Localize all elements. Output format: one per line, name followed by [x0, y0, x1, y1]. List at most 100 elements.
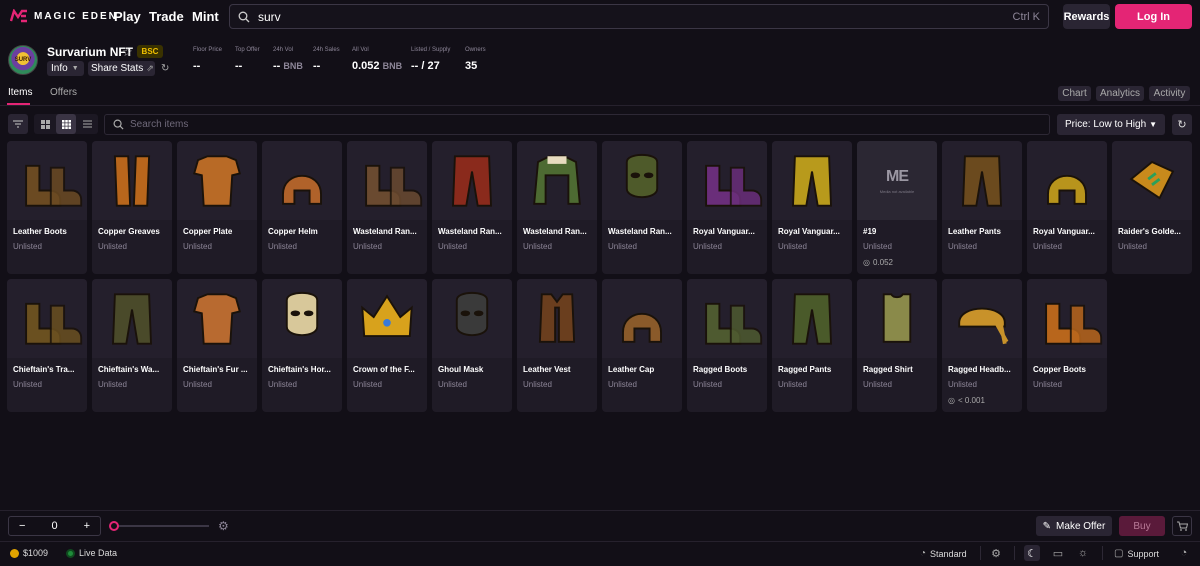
view-large-grid-button[interactable]: [35, 114, 55, 134]
filter-toggle-button[interactable]: [8, 114, 28, 134]
item-image[interactable]: [772, 279, 852, 358]
item-image[interactable]: [347, 141, 427, 220]
item-image[interactable]: [1027, 141, 1107, 220]
tab-offers[interactable]: Offers: [50, 87, 77, 98]
item-status: Unlisted: [98, 242, 127, 251]
item-card[interactable]: Chieftain's Wa... Unlisted: [92, 279, 172, 412]
item-image[interactable]: [687, 279, 767, 358]
collection-refresh-icon[interactable]: ↻: [161, 63, 169, 74]
item-status: Unlisted: [438, 380, 467, 389]
monitor-icon[interactable]: ▭: [1050, 545, 1066, 561]
tab-chart[interactable]: Chart: [1058, 86, 1091, 101]
item-image[interactable]: [517, 279, 597, 358]
item-image[interactable]: [1112, 141, 1192, 220]
item-card[interactable]: Copper Boots Unlisted: [1027, 279, 1107, 412]
items-search-input[interactable]: Search items: [104, 114, 1050, 135]
decrement-button[interactable]: −: [19, 520, 25, 532]
boots-icon: [705, 164, 763, 207]
sweep-slider-thumb[interactable]: [109, 521, 119, 531]
item-card[interactable]: ME Media not available #19 Unlisted ◎ 0.052: [857, 141, 937, 274]
item-card[interactable]: Copper Helm Unlisted: [262, 141, 342, 274]
view-small-grid-button[interactable]: [56, 114, 76, 134]
buy-button[interactable]: Buy: [1119, 516, 1165, 536]
item-image[interactable]: [942, 141, 1022, 220]
info-dropdown-button[interactable]: Info ▼: [47, 61, 84, 76]
nav-play[interactable]: Play: [114, 9, 141, 24]
tab-activity[interactable]: Activity: [1149, 86, 1190, 101]
pants-icon: [962, 154, 1002, 207]
item-image[interactable]: [432, 141, 512, 220]
login-button[interactable]: Log In: [1115, 4, 1192, 29]
balance-display[interactable]: $1009: [10, 548, 48, 558]
item-card[interactable]: Wasteland Ran... Unlisted: [432, 141, 512, 274]
refresh-button[interactable]: ↻: [1172, 114, 1192, 135]
item-image[interactable]: [517, 141, 597, 220]
cart-button[interactable]: [1172, 516, 1192, 536]
item-card[interactable]: Ragged Pants Unlisted: [772, 279, 852, 412]
item-card[interactable]: Raider's Golde... Unlisted: [1112, 141, 1192, 274]
sweep-slider-track[interactable]: [113, 525, 209, 527]
view-list-button[interactable]: [77, 114, 97, 134]
item-card[interactable]: Copper Greaves Unlisted: [92, 141, 172, 274]
item-card[interactable]: Ghoul Mask Unlisted: [432, 279, 512, 412]
item-image[interactable]: [7, 279, 87, 358]
item-card[interactable]: Leather Cap Unlisted: [602, 279, 682, 412]
item-image[interactable]: [942, 279, 1022, 358]
item-image[interactable]: [432, 279, 512, 358]
item-image[interactable]: [1027, 279, 1107, 358]
item-card[interactable]: Ragged Headb... Unlisted ◎ < 0.001: [942, 279, 1022, 412]
item-image[interactable]: [177, 141, 257, 220]
quantity-value[interactable]: 0: [51, 520, 57, 532]
item-image[interactable]: [262, 141, 342, 220]
nav-mint[interactable]: Mint: [192, 9, 219, 24]
item-card[interactable]: Wasteland Ran... Unlisted: [517, 141, 597, 274]
item-card[interactable]: Leather Vest Unlisted: [517, 279, 597, 412]
item-image[interactable]: [7, 141, 87, 220]
item-image[interactable]: [687, 141, 767, 220]
share-stats-button[interactable]: Share Stats ⇗: [88, 61, 155, 76]
live-data-indicator[interactable]: Live Data: [66, 548, 117, 558]
brand-logo[interactable]: MAGIC EDEN: [10, 9, 118, 23]
item-card[interactable]: Chieftain's Tra... Unlisted: [7, 279, 87, 412]
item-card[interactable]: Ragged Boots Unlisted: [687, 279, 767, 412]
support-button[interactable]: ▢ Support: [1114, 548, 1159, 559]
item-image[interactable]: [262, 279, 342, 358]
item-image[interactable]: ME Media not available: [857, 141, 937, 220]
item-card[interactable]: Leather Boots Unlisted: [7, 141, 87, 274]
global-search-input[interactable]: surv Ctrl K: [229, 4, 1049, 29]
item-image[interactable]: [92, 141, 172, 220]
increment-button[interactable]: +: [84, 520, 90, 532]
nav-trade[interactable]: Trade: [149, 9, 184, 24]
gear-icon[interactable]: ⚙: [218, 519, 229, 533]
dark-mode-moon-icon[interactable]: ☾: [1024, 545, 1040, 561]
item-card[interactable]: Wasteland Ran... Unlisted: [347, 141, 427, 274]
tab-analytics[interactable]: Analytics: [1096, 86, 1144, 101]
item-card[interactable]: Copper Plate Unlisted: [177, 141, 257, 274]
light-mode-sun-icon[interactable]: ☼: [1075, 545, 1091, 561]
item-card[interactable]: Wasteland Ran... Unlisted: [602, 141, 682, 274]
item-image[interactable]: [602, 279, 682, 358]
item-card[interactable]: Royal Vanguar... Unlisted: [772, 141, 852, 274]
item-image[interactable]: [177, 279, 257, 358]
item-image[interactable]: [602, 141, 682, 220]
item-image[interactable]: [772, 141, 852, 220]
item-image[interactable]: [92, 279, 172, 358]
tab-items[interactable]: Items: [8, 87, 32, 98]
item-image[interactable]: [347, 279, 427, 358]
pie-chart-icon[interactable]: ◔: [1176, 545, 1192, 561]
item-card[interactable]: Royal Vanguar... Unlisted: [1027, 141, 1107, 274]
rewards-button[interactable]: Rewards: [1063, 4, 1110, 29]
favorite-star-icon[interactable]: ☆: [122, 45, 133, 59]
sort-select[interactable]: Price: Low to High ▼: [1057, 114, 1165, 135]
item-image[interactable]: [857, 279, 937, 358]
item-card[interactable]: Royal Vanguar... Unlisted: [687, 141, 767, 274]
settings-gear-icon[interactable]: ⚙: [988, 545, 1004, 561]
item-card[interactable]: Ragged Shirt Unlisted: [857, 279, 937, 412]
item-card[interactable]: Crown of the F... Unlisted: [347, 279, 427, 412]
item-card[interactable]: Chieftain's Fur ... Unlisted: [177, 279, 257, 412]
standard-mode-button[interactable]: ◔ Standard: [920, 548, 967, 559]
make-offer-button[interactable]: ✎ Make Offer: [1036, 516, 1112, 536]
item-card[interactable]: Chieftain's Hor... Unlisted: [262, 279, 342, 412]
quantity-stepper[interactable]: − 0 +: [8, 516, 101, 536]
item-card[interactable]: Leather Pants Unlisted: [942, 141, 1022, 274]
